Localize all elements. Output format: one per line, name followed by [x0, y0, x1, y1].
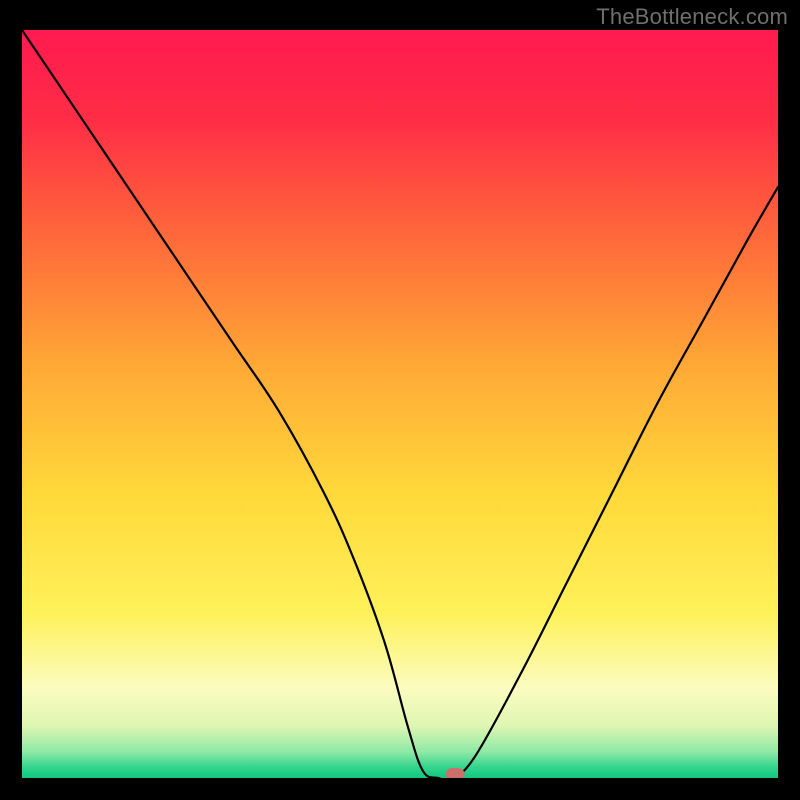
plot-area: [22, 30, 778, 778]
chart-frame: TheBottleneck.com: [0, 0, 800, 800]
optimal-point-marker: [446, 769, 464, 779]
bottleneck-chart-svg: [22, 30, 778, 778]
watermark-text: TheBottleneck.com: [596, 4, 788, 30]
gradient-background: [22, 30, 778, 778]
